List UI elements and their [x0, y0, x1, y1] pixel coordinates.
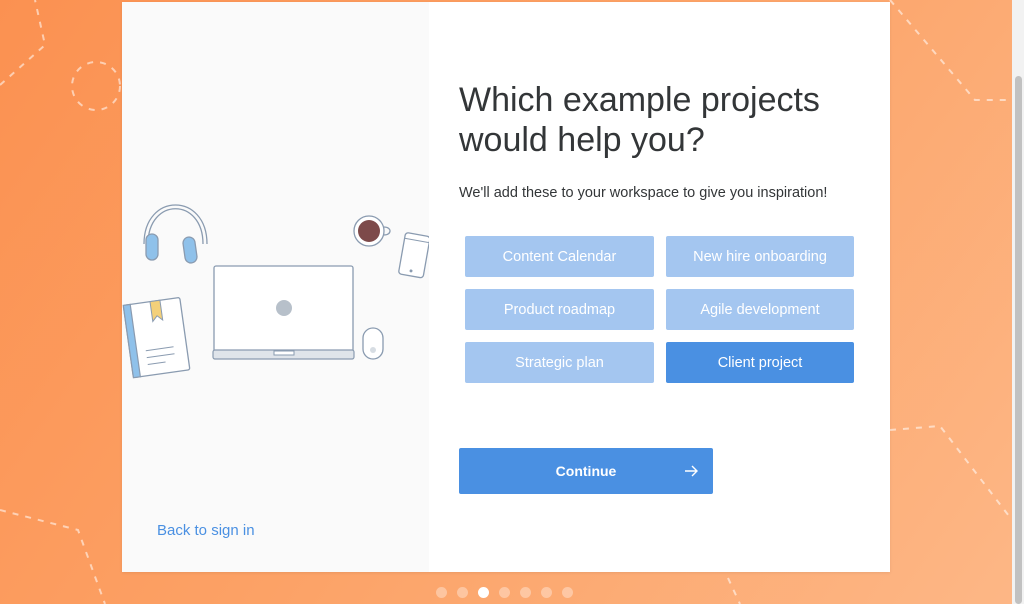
progress-dot[interactable]: [520, 587, 531, 598]
arrow-right-icon: [685, 465, 698, 477]
continue-button[interactable]: Continue: [459, 448, 713, 494]
workspace-illustration: [122, 204, 429, 379]
progress-dot[interactable]: [499, 587, 510, 598]
illustration-panel: Back to sign in: [122, 2, 429, 572]
progress-dot[interactable]: [541, 587, 552, 598]
option-product-roadmap[interactable]: Product roadmap: [465, 289, 654, 330]
notebook-icon: [122, 297, 191, 379]
progress-dot-active[interactable]: [478, 587, 489, 598]
project-options: Content Calendar New hire onboarding Pro…: [465, 236, 854, 383]
progress-dot[interactable]: [457, 587, 468, 598]
scrollbar[interactable]: [1012, 0, 1024, 604]
progress-dot[interactable]: [562, 587, 573, 598]
scrollbar-thumb[interactable]: [1015, 76, 1022, 604]
progress-dots: [436, 587, 573, 598]
option-agile-development[interactable]: Agile development: [666, 289, 854, 330]
laptop-icon: [212, 265, 355, 360]
onboarding-card: Back to sign in Which example projects w…: [122, 2, 890, 572]
back-to-sign-in-link[interactable]: Back to sign in: [157, 522, 255, 539]
phone-icon: [398, 232, 429, 279]
headphones-icon: [143, 204, 208, 264]
progress-dot[interactable]: [436, 587, 447, 598]
continue-button-label: Continue: [555, 463, 617, 479]
mouse-icon: [362, 327, 384, 360]
coffee-cup-icon: [353, 215, 391, 247]
option-client-project[interactable]: Client project: [666, 342, 854, 383]
content-panel: Which example projects would help you? W…: [429, 2, 890, 572]
option-strategic-plan[interactable]: Strategic plan: [465, 342, 654, 383]
option-content-calendar[interactable]: Content Calendar: [465, 236, 654, 277]
page-title: Which example projects would help you?: [459, 81, 820, 159]
page-subtitle: We'll add these to your workspace to giv…: [459, 185, 828, 201]
option-new-hire-onboarding[interactable]: New hire onboarding: [666, 236, 854, 277]
